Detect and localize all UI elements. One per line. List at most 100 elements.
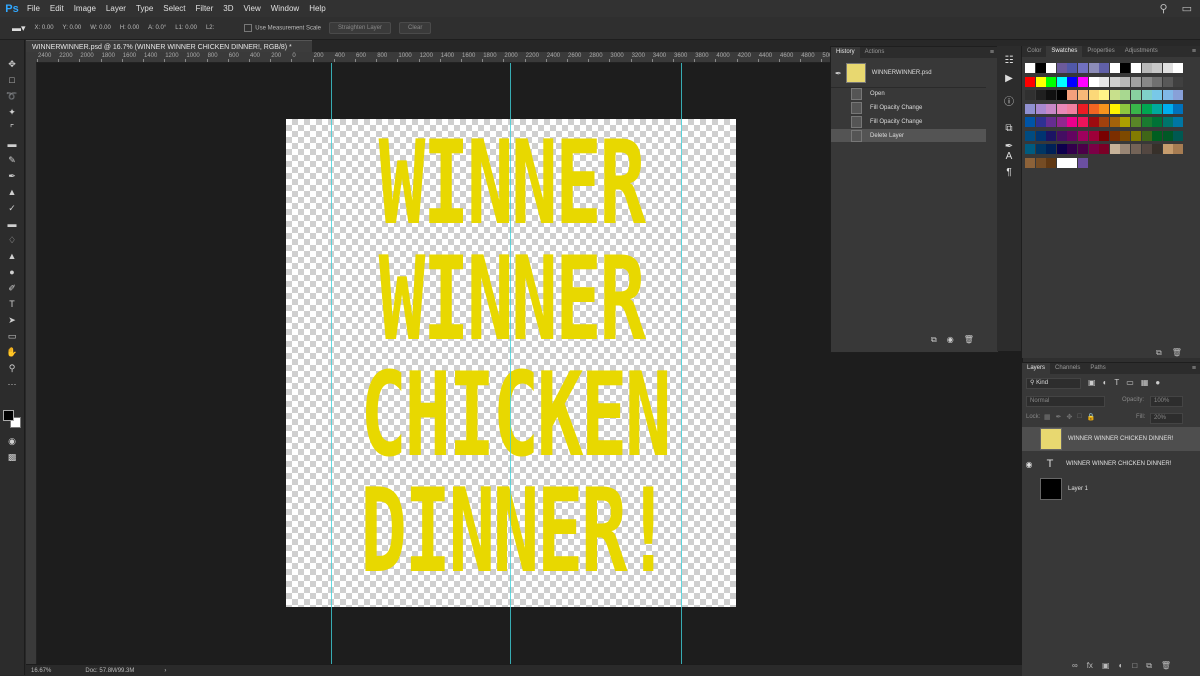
color-swatch[interactable] (1162, 144, 1173, 154)
menu-type[interactable]: Type (131, 4, 158, 13)
menu-file[interactable]: File (22, 4, 45, 13)
color-swatch[interactable] (1141, 63, 1152, 73)
color-swatch[interactable] (1088, 90, 1099, 100)
color-swatch[interactable] (1120, 90, 1131, 100)
straighten-layer-button[interactable]: Straighten Layer (328, 22, 392, 34)
guide-line[interactable] (681, 63, 682, 664)
color-swatch[interactable] (1141, 144, 1152, 154)
color-swatch[interactable] (1099, 117, 1110, 127)
color-swatch[interactable] (1035, 90, 1046, 100)
color-swatch[interactable] (1131, 144, 1141, 154)
filter-adjustment-icon[interactable]: ◐ (1103, 378, 1108, 387)
measurement-scale-checkbox[interactable]: Use Measurement Scale (244, 24, 321, 32)
color-swatch[interactable] (1056, 117, 1067, 127)
color-swatch[interactable] (1173, 117, 1184, 127)
filter-shape-icon[interactable]: ▭ (1126, 378, 1134, 387)
color-swatch[interactable] (1067, 90, 1078, 100)
tab-color[interactable]: Color (1022, 46, 1046, 57)
more-tools-icon[interactable]: ··· (5, 378, 19, 390)
fill-field[interactable]: 20% (1150, 413, 1183, 424)
color-swatch[interactable] (1046, 63, 1057, 73)
color-swatch[interactable] (1141, 76, 1152, 87)
color-swatch[interactable] (1173, 103, 1184, 114)
color-swatch[interactable] (1109, 63, 1120, 73)
color-swatch[interactable] (1025, 130, 1035, 141)
color-swatch[interactable] (1173, 90, 1184, 100)
search-icon[interactable]: ⚲ (1160, 2, 1168, 15)
color-swatch[interactable] (1099, 90, 1110, 100)
new-group-icon[interactable]: □ (1132, 661, 1137, 671)
color-swatch[interactable] (1088, 103, 1099, 114)
color-swatch[interactable] (1162, 90, 1173, 100)
color-swatch[interactable] (1056, 76, 1067, 87)
color-swatch[interactable] (1173, 130, 1184, 141)
link-layers-icon[interactable]: ∞ (1072, 661, 1078, 671)
lasso-tool-icon[interactable]: ➰ (5, 90, 19, 102)
color-swatch[interactable] (1162, 117, 1173, 127)
color-swatch[interactable] (1120, 76, 1131, 87)
menu-layer[interactable]: Layer (101, 4, 131, 13)
healing-brush-icon[interactable]: ✎ (5, 154, 19, 166)
color-swatch[interactable] (1056, 130, 1067, 141)
color-swatch[interactable] (1046, 90, 1057, 100)
status-menu-arrow[interactable]: › (164, 668, 166, 674)
dodge-tool-icon[interactable]: ● (5, 266, 19, 278)
color-swatch[interactable] (1056, 103, 1067, 114)
history-brush-source-icon[interactable]: ✒ (835, 69, 842, 78)
color-swatch[interactable] (1152, 130, 1163, 141)
guide-line[interactable] (331, 63, 332, 664)
color-swatch[interactable] (1067, 157, 1078, 168)
color-swatch[interactable] (1025, 157, 1035, 168)
color-swatch[interactable] (1099, 130, 1110, 141)
filter-smart-object-icon[interactable]: ▦ (1141, 378, 1149, 387)
color-swatch[interactable] (1088, 144, 1099, 154)
color-swatch[interactable] (1152, 90, 1163, 100)
color-swatch[interactable] (1056, 63, 1067, 73)
color-swatch[interactable] (1035, 130, 1046, 141)
color-swatch[interactable] (1162, 130, 1173, 141)
color-swatch[interactable] (1099, 76, 1110, 87)
lock-artboard-icon[interactable]: □ (1077, 413, 1081, 421)
paragraph-panel-icon[interactable]: ¶ (1002, 166, 1016, 180)
clear-button[interactable]: Clear (399, 22, 432, 34)
color-swatch[interactable] (1162, 76, 1173, 87)
filter-toggle-icon[interactable]: ● (1155, 378, 1160, 387)
panel-menu-icon[interactable]: ≡ (1192, 48, 1196, 55)
screen-mode-icon[interactable]: ▩ (5, 451, 19, 463)
color-swatch[interactable] (1078, 90, 1088, 100)
color-swatch[interactable] (1152, 103, 1163, 114)
color-swatch[interactable] (1173, 63, 1184, 73)
clone-stamp-icon[interactable]: ▲ (5, 186, 19, 198)
color-swatch[interactable] (1078, 63, 1088, 73)
document-canvas[interactable]: WINNER WINNER CHICKEN DINNER! (286, 119, 736, 607)
color-swatch[interactable] (1067, 117, 1078, 127)
color-swatch[interactable] (1120, 117, 1131, 127)
new-swatch-icon[interactable]: ⧉ (1156, 348, 1162, 358)
history-step[interactable]: Fill Opacity Change (831, 101, 986, 114)
zoom-tool-icon[interactable]: ⚲ (5, 362, 19, 374)
color-swatch[interactable] (1152, 144, 1163, 154)
color-swatch[interactable] (1078, 76, 1088, 87)
foreground-color-swatch[interactable] (3, 410, 14, 421)
color-swatch[interactable] (1099, 103, 1110, 114)
marquee-tool-icon[interactable]: □ (5, 74, 19, 86)
color-swatch[interactable] (1056, 90, 1067, 100)
color-swatch[interactable] (1056, 144, 1067, 154)
color-swatch[interactable] (1035, 144, 1046, 154)
history-panel-icon[interactable]: ☷ (1002, 54, 1016, 68)
color-swatch[interactable] (1109, 76, 1120, 87)
panel-menu-icon[interactable]: ≡ (990, 49, 994, 56)
color-swatch[interactable] (1067, 76, 1078, 87)
trash-icon[interactable]: 🗑 (964, 335, 974, 345)
tab-adjustments[interactable]: Adjustments (1120, 46, 1163, 57)
blend-mode-select[interactable]: Normal (1026, 396, 1105, 407)
color-swatch[interactable] (1162, 103, 1173, 114)
color-swatch[interactable] (1067, 130, 1078, 141)
filter-type-icon[interactable]: T (1114, 378, 1119, 387)
tab-actions[interactable]: Actions (860, 47, 890, 58)
color-swatch[interactable] (1088, 76, 1099, 87)
ruler-tool-icon[interactable]: ▬▾ (12, 23, 26, 34)
layer-row[interactable]: ◉ T WINNER WINNER CHICKEN DINNER! (1022, 452, 1200, 476)
color-swatch[interactable] (1067, 144, 1078, 154)
layer-style-icon[interactable]: fx (1087, 661, 1093, 671)
